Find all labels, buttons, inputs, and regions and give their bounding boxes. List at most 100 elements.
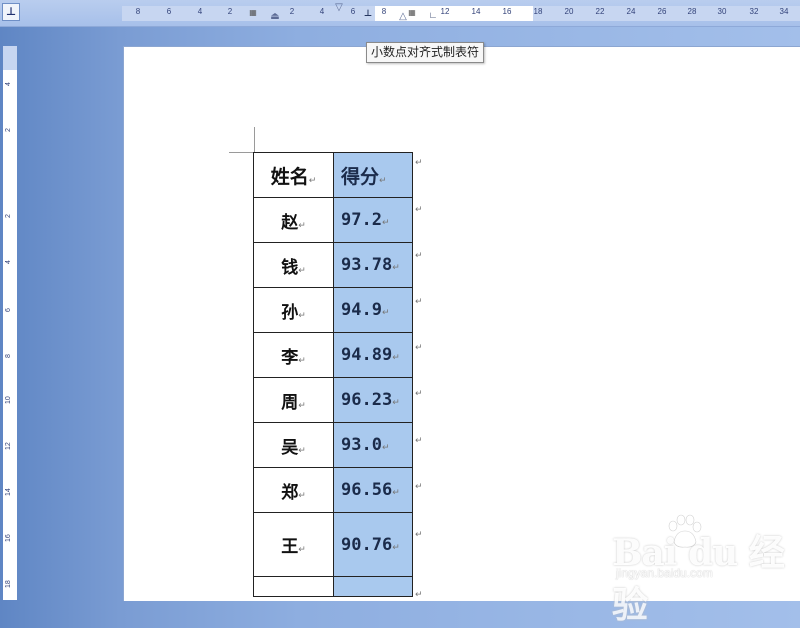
ruler-number: 12 <box>440 7 450 16</box>
table-row: 王↵ 90.76↵ <box>253 512 413 577</box>
left-tab-stop-icon[interactable]: ∟ <box>429 10 438 20</box>
table-row: 周↵ 96.23↵ <box>253 377 413 423</box>
table-cell[interactable]: 96.23↵ <box>333 377 413 423</box>
paragraph-mark-icon: ↵ <box>381 218 390 228</box>
row-end-mark-icon: ↵ <box>415 436 423 446</box>
decimal-tab-stop-icon[interactable]: ⊥ <box>364 8 372 19</box>
row-end-mark-icon: ↵ <box>415 251 423 261</box>
table-row: 赵↵ 97.2↵ <box>253 197 413 243</box>
table-row: 郑↵ 96.56↵ <box>253 467 413 513</box>
ruler-number: 6 <box>166 7 172 16</box>
table-cell[interactable] <box>253 576 334 597</box>
table-cell[interactable]: 得分↵ <box>333 152 413 198</box>
ruler-number: 4 <box>5 82 12 86</box>
score-text: 94.89 <box>341 345 393 365</box>
table-cell[interactable]: 周↵ <box>253 377 334 423</box>
header-name-text: 姓名 <box>270 165 309 188</box>
table-cell[interactable]: 96.56↵ <box>333 467 413 513</box>
baidu-jingyan-watermark: Bai du 经验 jingyan.baidu.com <box>612 512 792 626</box>
horizontal-ruler-bar: ⊥ 8 6 4 2 2 4 6 8 12 14 16 18 20 22 24 2… <box>0 0 800 27</box>
row-end-mark-icon: ↵ <box>415 343 423 353</box>
paragraph-mark-icon: ↵ <box>298 545 306 555</box>
margin-corner-mark <box>254 127 255 152</box>
paragraph-mark-icon: ↵ <box>392 488 400 498</box>
table-cell[interactable]: 90.76↵ <box>333 512 413 577</box>
paragraph-mark-icon: ↵ <box>392 542 400 553</box>
vertical-ruler-bar: 4 2 2 4 6 8 10 12 14 16 18 <box>0 26 22 600</box>
score-text: 94.9 <box>341 300 382 320</box>
paragraph-mark-icon: ↵ <box>298 220 306 231</box>
column-marker-icon[interactable]: ▦ <box>249 8 257 17</box>
row-end-mark-icon: ↵ <box>415 205 423 215</box>
score-text: 96.56 <box>341 480 393 500</box>
ruler-number: 16 <box>5 534 12 542</box>
table-row: 吴↵ 93.0↵ <box>253 422 413 468</box>
paragraph-mark-icon: ↵ <box>298 310 306 321</box>
score-text: 97.2 <box>341 210 382 230</box>
ruler-number: 8 <box>5 354 12 358</box>
table-cell[interactable]: 94.89↵ <box>333 332 413 378</box>
row-end-mark-icon: ↵ <box>415 482 423 492</box>
tab-type-tooltip: 小数点对齐式制表符 <box>366 42 485 63</box>
name-text: 钱 <box>281 257 299 278</box>
ruler-number: 34 <box>779 7 789 16</box>
ruler-number: 10 <box>5 396 12 404</box>
ruler-number: 8 <box>381 7 387 16</box>
table-cell[interactable]: 李↵ <box>253 332 334 378</box>
table-cell[interactable]: 郑↵ <box>253 467 334 513</box>
horizontal-ruler[interactable]: 8 6 4 2 2 4 6 8 12 14 16 18 20 22 24 26 … <box>122 2 800 22</box>
column-marker-icon[interactable]: ▦ <box>408 8 416 17</box>
ruler-number: 2 <box>5 128 12 132</box>
ruler-number: 4 <box>197 7 203 16</box>
table-cell[interactable]: 钱↵ <box>253 242 334 288</box>
paragraph-mark-icon: ↵ <box>381 308 390 318</box>
table-cell[interactable]: 赵↵ <box>253 197 334 243</box>
table-cell[interactable]: 93.0↵ <box>333 422 413 468</box>
table-cell[interactable]: 97.2↵ <box>333 197 413 243</box>
ruler-number: 2 <box>227 7 233 16</box>
paragraph-mark-icon: ↵ <box>379 175 387 186</box>
table-row <box>253 576 413 597</box>
ruler-number: 12 <box>5 442 12 450</box>
table-cell[interactable]: 93.78↵ <box>333 242 413 288</box>
ruler-number: 28 <box>687 7 697 16</box>
watermark-site-text: jingyan.baidu.com <box>616 566 713 580</box>
name-text: 周 <box>281 392 299 413</box>
vertical-ruler[interactable]: 4 2 2 4 6 8 10 12 14 16 18 <box>3 46 17 600</box>
name-text: 李 <box>281 347 299 368</box>
table-row: 李↵ 94.89↵ <box>253 332 413 378</box>
row-end-mark-icon: ↵ <box>415 158 423 168</box>
table-cell[interactable]: 94.9↵ <box>333 287 413 333</box>
ruler-text-area <box>3 70 17 600</box>
paragraph-mark-icon: ↵ <box>308 175 317 186</box>
paragraph-mark-icon: ↵ <box>298 265 306 276</box>
score-text: 93.78 <box>341 255 393 275</box>
table-cell[interactable]: 孙↵ <box>253 287 334 333</box>
ruler-number: 8 <box>135 7 141 16</box>
left-indent-marker-icon[interactable]: ⏏ <box>270 11 279 22</box>
row-end-mark-icon: ↵ <box>415 590 423 600</box>
score-text: 90.76 <box>341 534 393 555</box>
ruler-number: 22 <box>595 7 605 16</box>
paragraph-mark-icon: ↵ <box>298 400 306 411</box>
paragraph-mark-icon: ↵ <box>298 355 306 366</box>
first-line-indent-marker-icon[interactable]: ▽ <box>335 2 343 13</box>
ruler-number: 14 <box>471 7 481 16</box>
table-row: 孙↵ 94.9↵ <box>253 287 413 333</box>
table-cell[interactable]: 姓名↵ <box>253 152 334 198</box>
table-cell[interactable] <box>333 576 413 597</box>
row-end-mark-icon: ↵ <box>415 530 423 540</box>
ruler-number: 2 <box>289 7 295 16</box>
paragraph-mark-icon: ↵ <box>381 443 390 453</box>
ruler-number: 18 <box>533 7 543 16</box>
tab-type-selector-button[interactable]: ⊥ <box>2 3 20 21</box>
score-text: 93.0 <box>341 435 382 455</box>
name-text: 孙 <box>281 302 299 323</box>
table-cell[interactable]: 吴↵ <box>253 422 334 468</box>
table-header-row: 姓名↵ 得分↵ <box>253 152 413 198</box>
score-table[interactable]: 姓名↵ 得分↵ 赵↵ 97.2↵ 钱↵ 93.78↵ 孙↵ 94.9↵ 李↵ 9… <box>253 152 413 597</box>
right-indent-marker-icon[interactable]: △ <box>399 11 407 22</box>
name-text: 王 <box>281 537 299 557</box>
table-cell[interactable]: 王↵ <box>253 512 334 577</box>
header-score-text: 得分 <box>341 165 380 188</box>
